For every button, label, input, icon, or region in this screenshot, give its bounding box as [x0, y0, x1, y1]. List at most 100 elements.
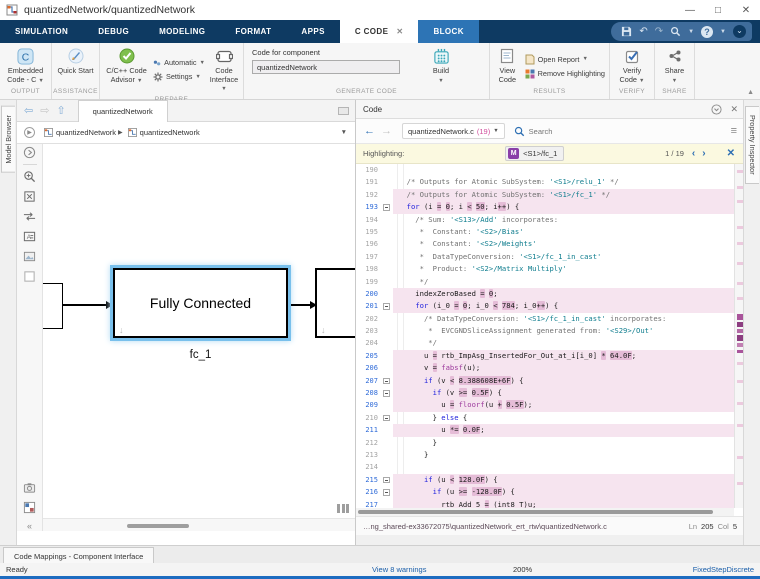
help-dropdown-caret[interactable]: ▼	[720, 29, 726, 35]
code-advisor-button[interactable]: C/C++ Code Advisor ▼	[104, 46, 149, 94]
fold-toggle-icon[interactable]	[382, 474, 393, 486]
code-menu-icon[interactable]: ≡	[731, 125, 737, 137]
automatic-menu[interactable]: Automatic▼	[153, 58, 205, 68]
canvas-hscrollbar[interactable]	[43, 518, 355, 531]
search-input[interactable]	[529, 127, 649, 136]
next-match-icon[interactable]: ›	[702, 148, 705, 159]
search-icon[interactable]	[670, 26, 681, 37]
code-line[interactable]: 190	[356, 164, 745, 176]
share-button[interactable]: Share▼	[659, 46, 690, 86]
code-back-icon[interactable]: ←	[364, 125, 375, 137]
back-icon[interactable]: ⇦	[24, 104, 33, 117]
signal-wire[interactable]	[291, 304, 312, 306]
fold-toggle-icon[interactable]	[382, 201, 393, 213]
maximize-icon[interactable]: □	[704, 5, 732, 16]
minimize-icon[interactable]: —	[676, 5, 704, 16]
code-line[interactable]: 204 */	[356, 337, 745, 349]
fully-connected-block[interactable]: Fully Connected ↓	[113, 268, 288, 338]
breadcrumb-dropdown-icon[interactable]: ▼	[341, 129, 347, 136]
code-line[interactable]: 213 }	[356, 449, 745, 461]
block-name-label[interactable]: fc_1	[113, 349, 288, 361]
ribbon-tab-debug[interactable]: DEBUG	[83, 20, 144, 43]
code-line[interactable]: 214	[356, 461, 745, 473]
open-report-menu[interactable]: Open Report▼	[525, 54, 605, 65]
breadcrumb-item-root[interactable]: quantizedNetwork	[56, 128, 116, 137]
dock-badge-icon[interactable]	[338, 107, 349, 115]
code-line[interactable]: 200 indexZeroBased = 0;	[356, 288, 745, 300]
prev-match-icon[interactable]: ‹	[692, 148, 695, 159]
build-button[interactable]: Build▼	[418, 46, 464, 86]
code-hscrollbar-thumb[interactable]	[358, 510, 713, 514]
highlighting-close-icon[interactable]: ✕	[727, 148, 735, 159]
code-line[interactable]: 207 if (v < 8.388608E+6F) {	[356, 375, 745, 387]
code-line[interactable]: 210 } else {	[356, 412, 745, 424]
zoom-icon[interactable]	[23, 170, 36, 183]
solver-link[interactable]: FixedStepDiscrete	[693, 565, 754, 574]
fold-toggle-icon[interactable]	[382, 387, 393, 399]
code-line[interactable]: 192 /* Outputs for Atomic SubSystem: '<S…	[356, 189, 745, 201]
left-partial-block[interactable]	[43, 283, 63, 329]
code-hscrollbar[interactable]	[356, 508, 734, 516]
help-icon[interactable]: ?	[701, 26, 713, 38]
code-line[interactable]: 209 u = floorf(u + 0.5F);	[356, 399, 745, 411]
updates-icon[interactable]: ⌄	[733, 25, 746, 38]
close-icon[interactable]: ✕	[732, 5, 760, 16]
fold-toggle-icon[interactable]	[382, 486, 393, 498]
annotation-icon[interactable]: A	[23, 230, 36, 243]
code-line[interactable]: 206 v = fabsf(u);	[356, 362, 745, 374]
ribbon-tab-c-code[interactable]: C CODE✕	[340, 20, 419, 43]
code-line[interactable]: 196 * Constant: '<S2>/Weights'	[356, 238, 745, 250]
canvas-drawing-area[interactable]: Fully Connected ↓ fc_1 ↓	[43, 144, 355, 531]
canvas-overview-badge[interactable]	[337, 504, 349, 513]
component-input[interactable]	[252, 60, 400, 74]
block-badge-icon[interactable]: ↓	[119, 325, 124, 335]
code-line[interactable]: 216 if (u >= -128.0F) {	[356, 486, 745, 498]
code-line[interactable]: 208 if (v >= 0.5F) {	[356, 387, 745, 399]
embedded-code-button[interactable]: C Embedded Code - C ▼	[4, 46, 47, 86]
code-line[interactable]: 194 /* Sum: '<S13>/Add' incorporates:	[356, 214, 745, 226]
ribbon-tab-format[interactable]: FORMAT	[220, 20, 286, 43]
ribbon-tab-block[interactable]: BLOCK	[418, 20, 478, 43]
code-line[interactable]: 197 * DataTypeConversion: '<S1>/fc_1_in_…	[356, 251, 745, 263]
ribbon-tab-simulation[interactable]: SIMULATION	[0, 20, 83, 43]
model-browser-tab[interactable]: Model Browser	[1, 106, 15, 173]
breadcrumb-item-current[interactable]: quantizedNetwork	[140, 128, 200, 137]
code-line[interactable]: 191 /* Outputs for Atomic SubSystem: '<S…	[356, 176, 745, 188]
hide-model-browser-icon[interactable]	[23, 146, 36, 159]
image-icon[interactable]	[23, 250, 36, 263]
up-icon[interactable]: ⇧	[56, 104, 65, 117]
verify-code-button[interactable]: Verify Code ▼	[614, 46, 650, 86]
canvas-hscrollbar-thumb[interactable]	[127, 524, 189, 528]
tab-close-icon[interactable]: ✕	[396, 27, 403, 36]
redo-icon[interactable]: ↷	[655, 27, 663, 37]
code-line[interactable]: 203 * EVCGNDSliceAssignment generated fr…	[356, 325, 745, 337]
code-forward-icon[interactable]: →	[381, 125, 392, 137]
remove-highlighting-button[interactable]: Remove Highlighting	[525, 69, 605, 79]
code-line[interactable]: 202 /* DataTypeConversion: '<S1>/fc_1_in…	[356, 313, 745, 325]
code-line[interactable]: 205 u = rtb_ImpAsg_InsertedFor_Out_at_i[…	[356, 350, 745, 362]
schedule-editor-icon[interactable]	[23, 501, 36, 514]
collapse-ribbon-icon[interactable]: ▲	[747, 89, 754, 96]
code-line[interactable]: 195 * Constant: '<S2>/Bias'	[356, 226, 745, 238]
code-mappings-tab[interactable]: Code Mappings - Component Interface	[3, 547, 154, 564]
quick-start-button[interactable]: Quick Start	[56, 46, 95, 86]
code-editor[interactable]: 190191 /* Outputs for Atomic SubSystem: …	[356, 164, 745, 508]
code-interface-button[interactable]: Code Interface ▼	[209, 46, 239, 94]
highlight-chip[interactable]: M <S1>/fc_1	[505, 146, 564, 161]
fold-toggle-icon[interactable]	[382, 300, 393, 312]
code-line[interactable]: 211 u *= 0.0F;	[356, 424, 745, 436]
code-line[interactable]: 198 * Product: '<S2>/Matrix Multiply'	[356, 263, 745, 275]
code-line[interactable]: 215 if (u < 128.0F) {	[356, 474, 745, 486]
collapse-toolstrip-icon[interactable]: «	[27, 521, 32, 531]
panel-menu-icon[interactable]	[711, 104, 722, 115]
area-icon[interactable]	[23, 270, 36, 283]
panel-close-icon[interactable]: ✕	[730, 104, 738, 115]
search-dropdown-caret[interactable]: ▼	[688, 29, 694, 35]
explore-icon[interactable]: ▶	[24, 127, 35, 138]
view-code-button[interactable]: View Code	[494, 46, 521, 86]
warnings-link[interactable]: View 8 warnings	[372, 565, 426, 574]
forward-icon[interactable]: ⇨	[40, 104, 49, 117]
signal-wire[interactable]	[63, 304, 107, 306]
property-inspector-tab[interactable]: Property Inspector	[745, 106, 759, 184]
settings-menu[interactable]: Settings▼	[153, 72, 205, 82]
